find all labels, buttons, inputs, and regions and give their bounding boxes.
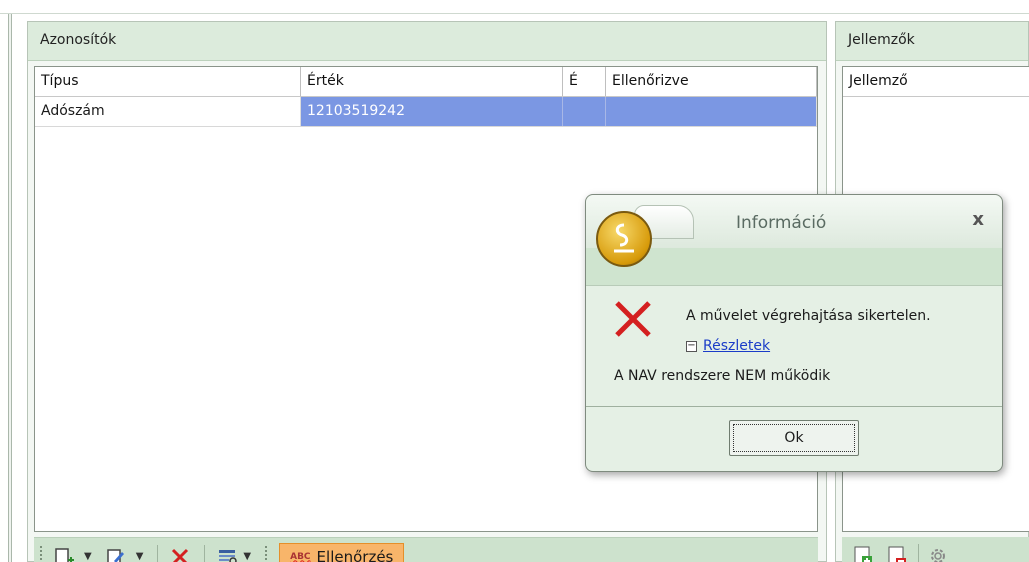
new-record-icon <box>55 547 74 562</box>
error-icon <box>612 298 654 348</box>
new-record-button[interactable]: ▼ <box>54 547 92 562</box>
remove-document-icon[interactable] <box>886 545 910 562</box>
properties-grid-header: Jellemző <box>843 67 1029 97</box>
delete-button[interactable] <box>170 547 190 562</box>
check-button[interactable]: ABC Ellenőrzés <box>279 542 405 562</box>
properties-panel-title: Jellemzők <box>836 22 1028 61</box>
table-row[interactable]: Adószám 12103519242 <box>35 97 817 127</box>
column-header-tipus[interactable]: Típus <box>35 67 301 96</box>
properties-toolbar <box>842 537 1029 562</box>
identifiers-panel-title: Azonosítók <box>28 22 826 61</box>
grid-view-button[interactable]: ▼ <box>217 547 251 562</box>
ok-button[interactable]: Ok <box>729 420 859 456</box>
cell-e[interactable] <box>563 97 606 126</box>
dialog-title: Információ <box>736 213 827 233</box>
edit-icon <box>106 548 124 562</box>
toolbar-grip[interactable] <box>265 545 269 562</box>
edit-record-button[interactable]: ▼ <box>106 547 144 562</box>
toolbar-separator <box>157 544 159 562</box>
column-header-e[interactable]: É <box>563 67 606 96</box>
gear-icon[interactable] <box>927 545 949 562</box>
dialog-message: A művelet végrehajtása sikertelen. <box>686 308 931 324</box>
grid-view-icon <box>219 549 238 562</box>
chevron-down-icon[interactable]: ▼ <box>243 551 251 562</box>
identifiers-grid-header: Típus Érték É Ellenőrizve <box>35 67 817 97</box>
close-icon[interactable]: x <box>972 209 984 230</box>
chevron-down-icon[interactable]: ▼ <box>136 551 144 562</box>
spellcheck-icon: ABC <box>290 551 311 562</box>
delete-icon <box>172 548 189 562</box>
toolbar-grip[interactable] <box>40 545 44 562</box>
dialog-title-bar[interactable]: Információ x <box>586 195 1002 267</box>
dialog-body: A művelet végrehajtása sikertelen. − Rés… <box>586 286 1002 406</box>
details-toggle[interactable]: − Részletek <box>686 338 770 354</box>
details-link[interactable]: Részletek <box>703 338 770 354</box>
column-header-ertek[interactable]: Érték <box>301 67 563 96</box>
collapse-icon[interactable]: − <box>686 340 697 352</box>
column-header-jellemzo[interactable]: Jellemző <box>843 67 1029 96</box>
detail-text: A NAV rendszere NEM működik <box>614 368 831 384</box>
identifiers-toolbar: ▼ ▼ ▼ ABC Ellenőrzés <box>34 537 818 562</box>
top-strip <box>0 0 1029 14</box>
toolbar-separator <box>918 544 919 562</box>
cell-tipus[interactable]: Adószám <box>35 97 301 126</box>
add-document-icon[interactable] <box>852 545 876 562</box>
chevron-down-icon[interactable]: ▼ <box>84 551 92 562</box>
cell-ertek[interactable]: 12103519242 <box>301 97 563 126</box>
column-header-ellenorizve[interactable]: Ellenőrizve <box>606 67 817 96</box>
information-dialog: Információ x A művelet végrehajtása sike… <box>585 194 1003 472</box>
dialog-footer: Ok <box>586 406 1002 470</box>
left-splitter[interactable] <box>8 14 12 562</box>
cell-ellenorizve[interactable] <box>606 97 817 126</box>
check-button-label: Ellenőrzés <box>316 547 394 562</box>
app-logo-icon <box>596 211 652 267</box>
toolbar-separator <box>204 544 206 562</box>
